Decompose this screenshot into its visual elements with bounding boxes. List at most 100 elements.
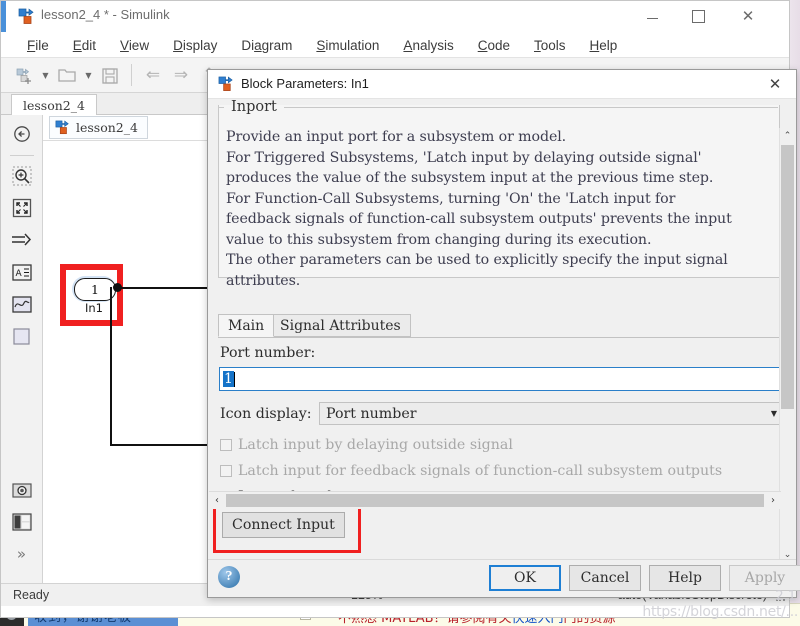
zoom-in-icon	[12, 166, 32, 186]
window-maximize-button[interactable]	[675, 1, 721, 31]
dialog-title: Block Parameters: In1	[241, 76, 369, 91]
menu-help[interactable]: Help	[578, 38, 630, 53]
window-titlebar: lesson2_4 * - Simulink ✕	[1, 1, 789, 33]
latch-feedback-label: Latch input for feedback signals of func…	[238, 463, 722, 479]
signal-line-vertical	[110, 287, 112, 445]
sidebar-signal-routing-button[interactable]	[9, 227, 35, 253]
port-number-input[interactable]: 1	[219, 367, 783, 391]
open-dropdown[interactable]: ▼	[82, 62, 95, 88]
subsystem-icon	[12, 327, 31, 346]
signal-routing-icon	[11, 231, 33, 249]
latch-delay-checkbox[interactable]	[220, 439, 232, 451]
breadcrumb[interactable]: lesson2_4	[49, 116, 148, 139]
vertical-scroll-thumb[interactable]	[781, 145, 794, 409]
maximize-icon	[692, 10, 705, 23]
simulink-model-icon	[55, 120, 70, 135]
group-legend-label: Inport	[224, 99, 284, 115]
model-tab-lesson2_4[interactable]: lesson2_4	[11, 94, 97, 115]
horizontal-scroll-thumb[interactable]	[226, 494, 764, 507]
latch-delay-label: Latch input by delaying outside signal	[238, 437, 513, 453]
dialog-content: Inport Provide an input port for a subsy…	[208, 99, 796, 562]
dialog-footer: ? OK Cancel Help Apply	[208, 559, 796, 597]
save-button[interactable]	[97, 62, 123, 88]
new-model-button[interactable]	[11, 62, 37, 88]
window-title: lesson2_4 * - Simulink	[41, 7, 170, 22]
menu-tools[interactable]: Tools	[522, 38, 578, 53]
menu-diagram[interactable]: Diagram	[229, 38, 304, 53]
cancel-button[interactable]: Cancel	[569, 565, 641, 591]
open-folder-icon	[57, 66, 77, 85]
watermark-line-2: 2.1	[775, 589, 796, 604]
sidebar-navigate-back-button[interactable]	[9, 121, 35, 147]
watermark-line-1: https://blog.csdn.net/...	[642, 604, 798, 620]
inport-description-text: Provide an input port for a subsystem or…	[226, 127, 786, 291]
scroll-up-icon[interactable]: ⌃	[780, 128, 795, 143]
window-minimize-button[interactable]	[629, 1, 675, 31]
menu-analysis[interactable]: Analysis	[391, 38, 465, 53]
latch-feedback-checkbox[interactable]	[220, 465, 232, 477]
breadcrumb-label: lesson2_4	[76, 120, 138, 135]
scroll-right-icon[interactable]: ›	[765, 492, 781, 509]
scroll-left-icon[interactable]: ‹	[209, 492, 225, 509]
ok-button[interactable]: OK	[489, 565, 561, 591]
canvas-sidebar: A	[1, 115, 43, 583]
sidebar-scope-button[interactable]	[9, 291, 35, 317]
icon-display-label: Icon display:	[220, 406, 312, 422]
annotation-icon: A	[12, 264, 32, 281]
menu-file[interactable]: File	[15, 38, 61, 53]
dialog-horizontal-scrollbar[interactable]: ‹ ›	[209, 491, 781, 509]
tab-main[interactable]: Main	[218, 314, 274, 337]
dialog-vertical-scrollbar[interactable]: ⌃ ⌄	[779, 128, 795, 562]
sidebar-zoom-button[interactable]	[9, 163, 35, 189]
toolbar-separator-1	[131, 64, 132, 86]
forward-arrow-icon: ⇒	[174, 67, 188, 84]
screen-root: 收到，谢谢老板 不熟悉 MATLAB？请参阅有关快速入门门的资源 lesson2…	[0, 0, 800, 626]
layout-panels-icon	[12, 513, 32, 531]
sidebar-more-tools-button[interactable]: »	[9, 541, 35, 567]
chevron-down-icon: ▼	[771, 409, 777, 418]
window-close-button[interactable]: ✕	[725, 1, 771, 31]
back-button[interactable]: ⇐	[140, 62, 166, 88]
close-icon: ✕	[769, 75, 782, 93]
menu-display[interactable]: Display	[161, 38, 229, 53]
group-legend: Inport	[218, 97, 778, 117]
checkbox-latch-delay-row[interactable]: Latch input by delaying outside signal	[220, 437, 513, 453]
status-text: Ready	[13, 588, 49, 602]
close-icon: ✕	[742, 9, 755, 24]
port-number-value: 1	[223, 371, 234, 387]
new-model-icon	[15, 66, 34, 85]
fit-to-view-icon	[12, 198, 32, 218]
dialog-close-button[interactable]: ✕	[758, 70, 792, 98]
sidebar-subsystem-button[interactable]	[9, 323, 35, 349]
icon-display-select[interactable]: Port number ▼	[319, 402, 783, 425]
scope-icon	[12, 296, 32, 313]
sidebar-layout-button[interactable]	[9, 509, 35, 535]
menu-view[interactable]: View	[108, 38, 161, 53]
svg-text:A: A	[15, 269, 22, 279]
menu-code[interactable]: Code	[466, 38, 522, 53]
legend-line-right	[284, 107, 778, 108]
new-model-dropdown[interactable]: ▼	[39, 62, 52, 88]
help-badge-icon[interactable]: ?	[218, 566, 240, 588]
menubar: File Edit View Display Diagram Simulatio…	[1, 33, 789, 57]
tab-signal-attributes[interactable]: Signal Attributes	[270, 314, 411, 337]
sidebar-camera-button[interactable]	[9, 477, 35, 503]
more-tools-chevron-icon: »	[17, 545, 26, 563]
port-number-label: Port number:	[220, 345, 315, 361]
dialog-tabs: Main Signal Attributes	[218, 314, 793, 338]
open-button[interactable]	[54, 62, 80, 88]
text-caret	[234, 372, 235, 387]
sidebar-annotation-button[interactable]: A	[9, 259, 35, 285]
menu-edit[interactable]: Edit	[61, 38, 108, 53]
checkbox-latch-feedback-row[interactable]: Latch input for feedback signals of func…	[220, 463, 722, 479]
help-button[interactable]: Help	[649, 565, 721, 591]
sidebar-divider	[10, 155, 34, 156]
block-highlight-annotation	[60, 264, 123, 326]
sidebar-fit-view-button[interactable]	[9, 195, 35, 221]
dialog-titlebar: Block Parameters: In1 ✕	[208, 70, 796, 99]
block-parameters-dialog: Block Parameters: In1 ✕ Inport Provide a…	[207, 69, 797, 598]
minimize-icon	[647, 18, 658, 19]
menu-simulation[interactable]: Simulation	[304, 38, 391, 53]
simulink-block-icon	[218, 76, 234, 92]
forward-button[interactable]: ⇒	[168, 62, 194, 88]
